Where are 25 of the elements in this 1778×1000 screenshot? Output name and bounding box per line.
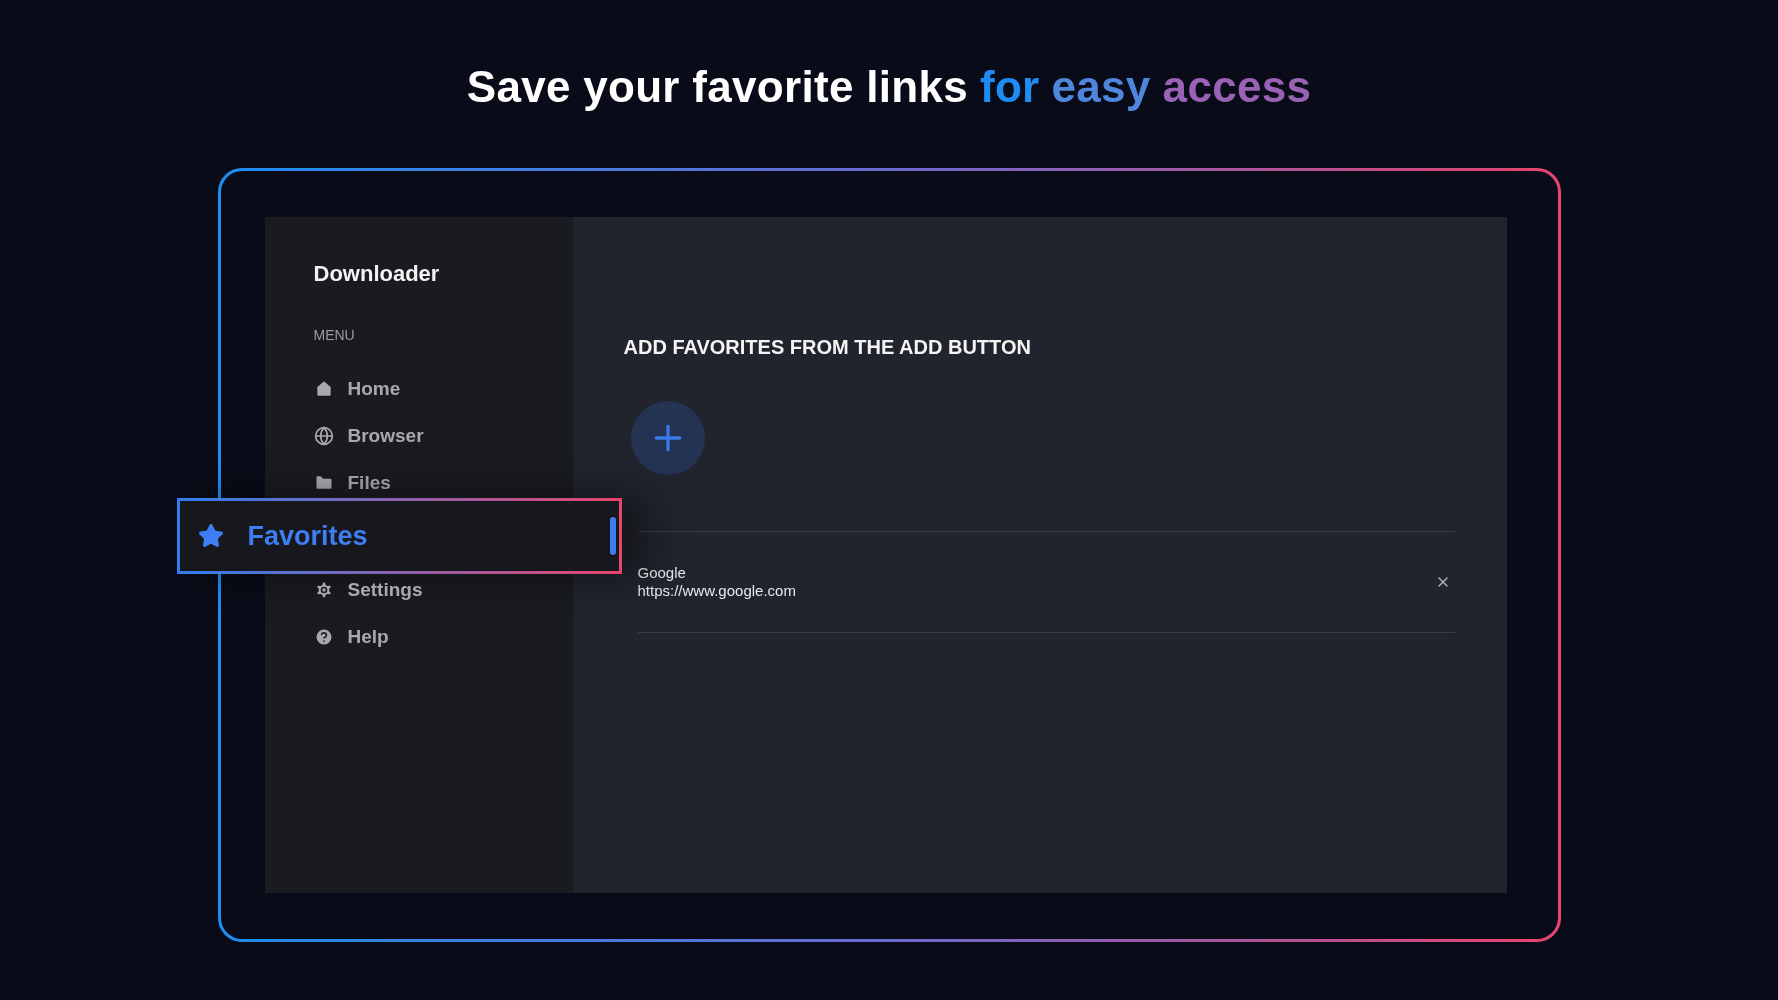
headline-text: easy [1051, 62, 1151, 113]
globe-icon [313, 425, 334, 446]
headline-text: for [979, 62, 1040, 113]
menu-item[interactable]: Browser [313, 424, 424, 447]
menu-item-label: Browser [347, 424, 424, 447]
headline-text: Save your favorite links [466, 62, 968, 113]
app-title: Downloader [313, 261, 441, 287]
menu-item[interactable]: Help [313, 625, 389, 648]
menu-item-label: Home [347, 377, 401, 400]
selection-indicator [609, 517, 616, 555]
menu-item[interactable]: Home [313, 377, 401, 400]
menu-item[interactable]: Settings [313, 578, 423, 601]
menu-label: MENU [313, 327, 356, 343]
menu-item[interactable]: Files [313, 471, 391, 494]
section-heading: ADD FAVORITES FROM THE ADD BUTTON [623, 336, 1032, 359]
star-icon [197, 523, 224, 549]
menu-item-label: Favorites [247, 520, 368, 552]
menu-item-label: Settings [347, 578, 423, 601]
menu-item-label: Files [347, 471, 391, 494]
favorite-name: Google [637, 564, 687, 582]
menu-item-label: Help [347, 625, 389, 648]
headline-text: access [1162, 62, 1312, 113]
favorite-url: https://www.google.com [637, 582, 796, 600]
favorite-row[interactable]: Google https://www.google.com [637, 532, 1455, 633]
help-icon [313, 626, 334, 647]
